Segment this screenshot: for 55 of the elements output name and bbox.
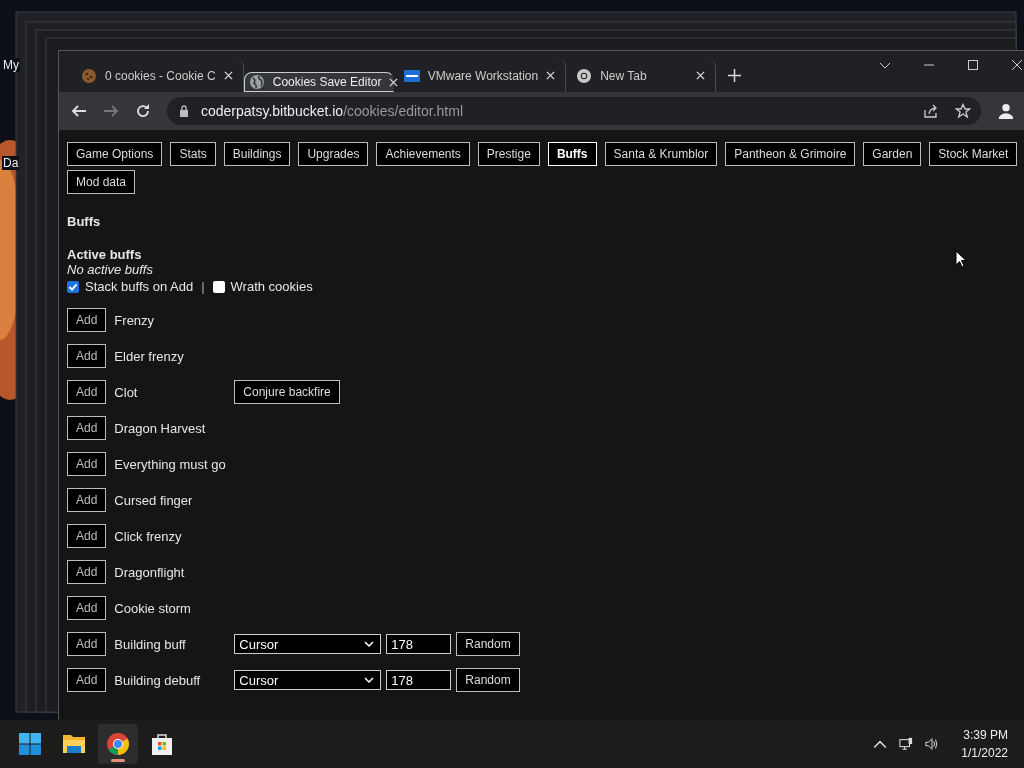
desktop-icon-label[interactable]: Da	[2, 156, 20, 170]
conjure-button[interactable]: Conjure backfire	[234, 380, 340, 404]
add-button[interactable]: Add	[67, 308, 107, 332]
random-button[interactable]: Random	[456, 668, 520, 692]
clock[interactable]: 3:39 PM 1/1/2022	[951, 726, 1012, 762]
section-tab[interactable]: Prestige	[477, 142, 540, 166]
time: 3:39 PM	[963, 727, 1008, 744]
section-tab[interactable]: Pantheon & Grimoire	[725, 142, 856, 166]
date: 1/1/2022	[961, 745, 1008, 762]
url-host: coderpatsy.bitbucket.io	[201, 103, 344, 119]
buff-name: Everything must go	[114, 456, 226, 472]
section-tab[interactable]: Achievements	[376, 142, 470, 166]
add-button[interactable]: Add	[67, 560, 107, 584]
separator: |	[201, 279, 205, 294]
add-button[interactable]: Add	[67, 488, 107, 512]
add-button[interactable]: Add	[67, 452, 107, 476]
add-button[interactable]: Add	[67, 416, 107, 440]
amount-field[interactable]: 178	[386, 670, 452, 690]
section-heading: Buffs	[67, 214, 101, 229]
section-tab[interactable]: Stats	[170, 142, 216, 166]
add-button[interactable]: Add	[67, 524, 107, 548]
address-bar[interactable]: coderpatsy.bitbucket.io/cookies/editor.html	[167, 97, 981, 125]
section-tab[interactable]: Stock Market	[929, 142, 1018, 166]
section-tab[interactable]: Upgrades	[298, 142, 369, 166]
add-button[interactable]: Add	[67, 344, 107, 368]
amount-field[interactable]: 178	[386, 634, 452, 654]
desktop-icon-label[interactable]: My	[2, 58, 20, 72]
add-button[interactable]: Add	[67, 668, 107, 692]
buff-name: Click frenzy	[114, 528, 182, 544]
buff-name: Frenzy	[114, 312, 155, 328]
buff-name: Dragonflight	[114, 564, 185, 580]
building-select[interactable]: Cursor	[234, 634, 382, 654]
section-tab[interactable]: Garden	[863, 142, 922, 166]
section-tab[interactable]: Santa & Krumblor	[604, 142, 718, 166]
random-button[interactable]: Random	[456, 632, 520, 656]
section-tab[interactable]: Buildings	[223, 142, 291, 166]
add-button[interactable]: Add	[67, 596, 107, 620]
buff-name: Elder frenzy	[114, 348, 184, 364]
add-button[interactable]: Add	[67, 632, 107, 656]
section-tab[interactable]: Buffs	[547, 142, 597, 166]
subheading: Active buffs	[67, 247, 142, 262]
buff-name: Cookie storm	[114, 600, 191, 616]
section-tab[interactable]: Game Options	[67, 142, 163, 166]
buff-name: Dragon Harvest	[114, 420, 206, 436]
option-checkbox[interactable]: Stack buffs on Add	[67, 279, 194, 294]
buff-name: Clot	[114, 384, 138, 400]
buff-name: Cursed finger	[114, 492, 193, 508]
url-path: /cookies/editor.html	[343, 103, 463, 119]
option-checkbox[interactable]: Wrath cookies	[212, 279, 313, 294]
building-select[interactable]: Cursor	[234, 670, 382, 690]
add-button[interactable]: Add	[67, 380, 107, 404]
empty-note: No active buffs	[67, 262, 153, 277]
section-tab[interactable]: Mod data	[67, 170, 136, 194]
buff-name: Building debuff	[114, 672, 201, 688]
buff-name: Building buff	[114, 636, 186, 652]
